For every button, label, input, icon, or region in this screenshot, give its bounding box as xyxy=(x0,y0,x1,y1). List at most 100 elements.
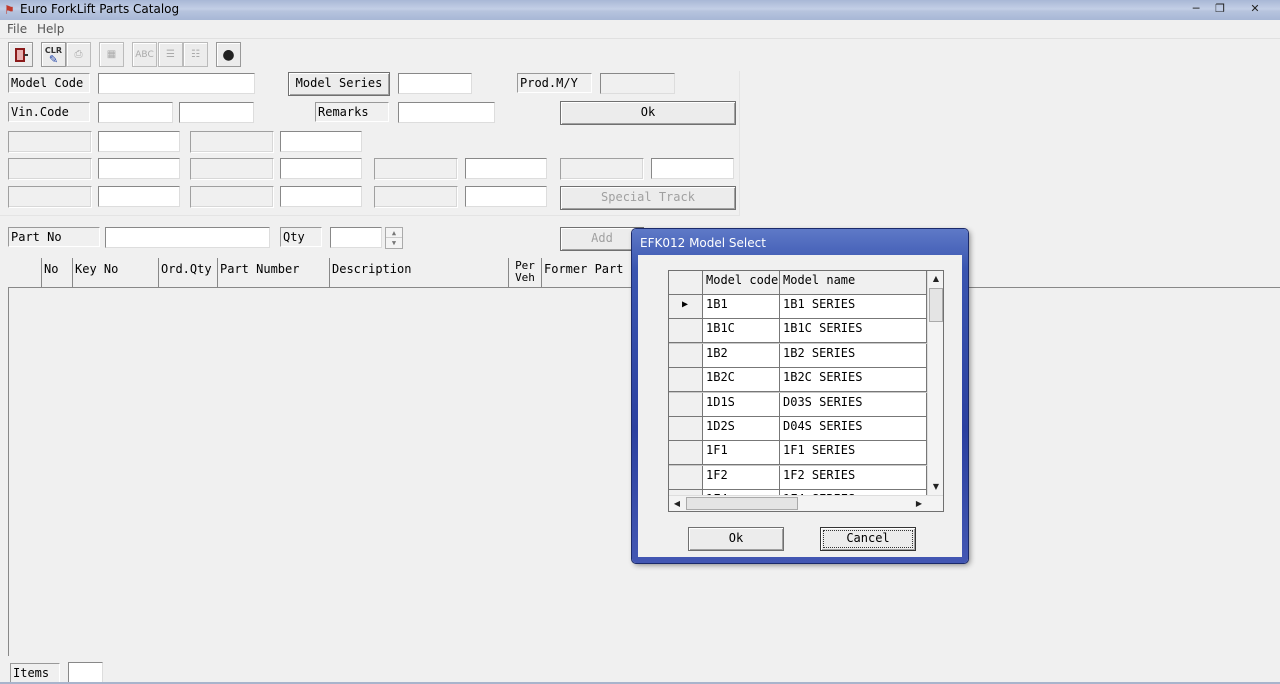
print-button[interactable]: ⎙ xyxy=(66,42,91,67)
qty-input[interactable] xyxy=(330,227,382,248)
part-no-input[interactable] xyxy=(105,227,270,248)
eraser-icon: ✎ xyxy=(48,52,59,66)
col-ord-qty-header[interactable]: Ord.Qty xyxy=(159,258,218,288)
model-row-indicator[interactable] xyxy=(669,441,703,465)
abc-label: ABC xyxy=(135,49,154,60)
attribute-input-9[interactable] xyxy=(465,186,547,207)
horizontal-scrollbar[interactable]: ◀ ▶ xyxy=(669,495,943,511)
minimize-icon[interactable]: ─ xyxy=(1184,1,1208,17)
vin-code-input-2[interactable] xyxy=(179,102,254,123)
col-former-part-no-header[interactable]: Former Part No xyxy=(542,258,642,288)
model-grid[interactable]: Model code Model name ▶ 1B1 1B1 SERIES 1B1C… xyxy=(668,270,944,512)
attribute-label-5 xyxy=(374,158,458,180)
prod-my-input[interactable] xyxy=(600,73,675,94)
stepper-up-icon[interactable]: ▲ xyxy=(386,228,402,238)
col-part-number-header[interactable]: Part Number xyxy=(218,258,330,288)
attribute-input-4[interactable] xyxy=(280,158,362,179)
list-icon: ☰ xyxy=(166,49,175,60)
attribute-label-1 xyxy=(8,131,92,153)
attribute-input-1[interactable] xyxy=(98,131,180,152)
scroll-up-icon[interactable]: ▲ xyxy=(928,271,943,287)
col-per-veh-header[interactable]: Per Veh xyxy=(509,258,542,288)
attribute-label-8 xyxy=(190,186,274,208)
attribute-input-3[interactable] xyxy=(98,158,180,179)
grid-icon: ▦ xyxy=(106,49,117,60)
status-bar xyxy=(0,660,1280,684)
vertical-scrollbar[interactable]: ▲ ▼ xyxy=(927,271,943,495)
vertical-scroll-thumb[interactable] xyxy=(929,288,943,322)
model-row-indicator[interactable] xyxy=(669,344,703,368)
list-button[interactable]: ☰ xyxy=(158,42,183,67)
special-track-button[interactable]: Special Track xyxy=(560,186,736,210)
scroll-left-icon[interactable]: ◀ xyxy=(669,496,685,511)
model-name-cell[interactable]: 1F2 SERIES xyxy=(780,466,927,490)
model-code-cell[interactable]: 1D1S xyxy=(703,393,780,417)
model-row-indicator[interactable] xyxy=(669,417,703,441)
model-row-indicator[interactable] xyxy=(669,466,703,490)
model-code-cell[interactable]: 1B1C xyxy=(703,319,780,343)
model-code-cell[interactable]: 1F2 xyxy=(703,466,780,490)
col-key-no-header[interactable]: Key No xyxy=(73,258,159,288)
items-count-field xyxy=(68,662,103,683)
calculator-button[interactable]: ▦ xyxy=(99,42,124,67)
model-code-cell[interactable]: 1B2 xyxy=(703,344,780,368)
part-no-label: Part No xyxy=(8,227,100,247)
model-row-indicator[interactable] xyxy=(669,368,703,392)
attribute-input-6[interactable] xyxy=(651,158,734,179)
remarks-label: Remarks xyxy=(315,102,389,122)
model-code-label: Model Code xyxy=(8,73,90,93)
model-code-cell[interactable]: 1B1 xyxy=(703,295,780,319)
menu-file[interactable]: File xyxy=(7,22,27,36)
model-row-indicator[interactable] xyxy=(669,393,703,417)
model-code-cell[interactable]: 1D2S xyxy=(703,417,780,441)
horizontal-scroll-thumb[interactable] xyxy=(686,497,798,510)
vin-code-input-1[interactable] xyxy=(98,102,173,123)
close-icon[interactable]: ✕ xyxy=(1242,1,1268,17)
abc-button[interactable]: ABC xyxy=(132,42,157,67)
col-model-code-header[interactable]: Model code xyxy=(703,271,780,295)
scroll-down-icon[interactable]: ▼ xyxy=(928,479,943,495)
hint-button[interactable]: ● xyxy=(216,42,241,67)
dialog-cancel-button[interactable]: Cancel xyxy=(820,527,916,551)
maximize-icon[interactable]: ❐ xyxy=(1208,1,1232,17)
remarks-input[interactable] xyxy=(398,102,495,123)
chart-button[interactable]: ☷ xyxy=(183,42,208,67)
clear-button[interactable]: CLR ✎ xyxy=(41,42,66,67)
attribute-input-5[interactable] xyxy=(465,158,547,179)
model-code-input[interactable] xyxy=(98,73,255,94)
model-name-cell[interactable]: 1B2 SERIES xyxy=(780,344,927,368)
scroll-right-icon[interactable]: ▶ xyxy=(911,496,927,511)
model-name-cell[interactable]: D03S SERIES xyxy=(780,393,927,417)
stepper-down-icon[interactable]: ▼ xyxy=(386,238,402,248)
model-row-indicator[interactable]: ▶ xyxy=(669,295,703,319)
dialog-ok-button[interactable]: Ok xyxy=(688,527,784,551)
lightbulb-icon: ● xyxy=(222,46,235,63)
attribute-input-2[interactable] xyxy=(280,131,362,152)
col-description-header[interactable]: Description xyxy=(330,258,509,288)
dialog-title: EFK012 Model Select xyxy=(640,236,766,250)
chart-icon: ☷ xyxy=(191,49,200,60)
attribute-label-3 xyxy=(8,158,92,180)
menu-help[interactable]: Help xyxy=(37,22,64,36)
prod-my-label: Prod.M/Y xyxy=(517,73,592,93)
qty-stepper[interactable]: ▲ ▼ xyxy=(385,227,403,249)
attribute-input-7[interactable] xyxy=(98,186,180,207)
model-code-cell[interactable]: 1F1 xyxy=(703,441,780,465)
printer-icon: ⎙ xyxy=(74,49,83,60)
model-code-cell[interactable]: 1B2C xyxy=(703,368,780,392)
ok-button[interactable]: Ok xyxy=(560,101,736,125)
exit-button[interactable] xyxy=(8,42,33,67)
items-label: Items xyxy=(10,663,60,683)
model-name-cell[interactable]: 1B1C SERIES xyxy=(780,319,927,343)
attribute-label-7 xyxy=(8,186,92,208)
model-name-cell[interactable]: 1F1 SERIES xyxy=(780,441,927,465)
model-name-cell[interactable]: 1B1 SERIES xyxy=(780,295,927,319)
col-model-name-header[interactable]: Model name xyxy=(780,271,927,295)
model-name-cell[interactable]: D04S SERIES xyxy=(780,417,927,441)
model-series-button[interactable]: Model Series xyxy=(288,72,390,96)
model-series-input[interactable] xyxy=(398,73,472,94)
attribute-input-8[interactable] xyxy=(280,186,362,207)
col-no-header[interactable]: No xyxy=(42,258,73,288)
model-name-cell[interactable]: 1B2C SERIES xyxy=(780,368,927,392)
model-row-indicator[interactable] xyxy=(669,319,703,343)
